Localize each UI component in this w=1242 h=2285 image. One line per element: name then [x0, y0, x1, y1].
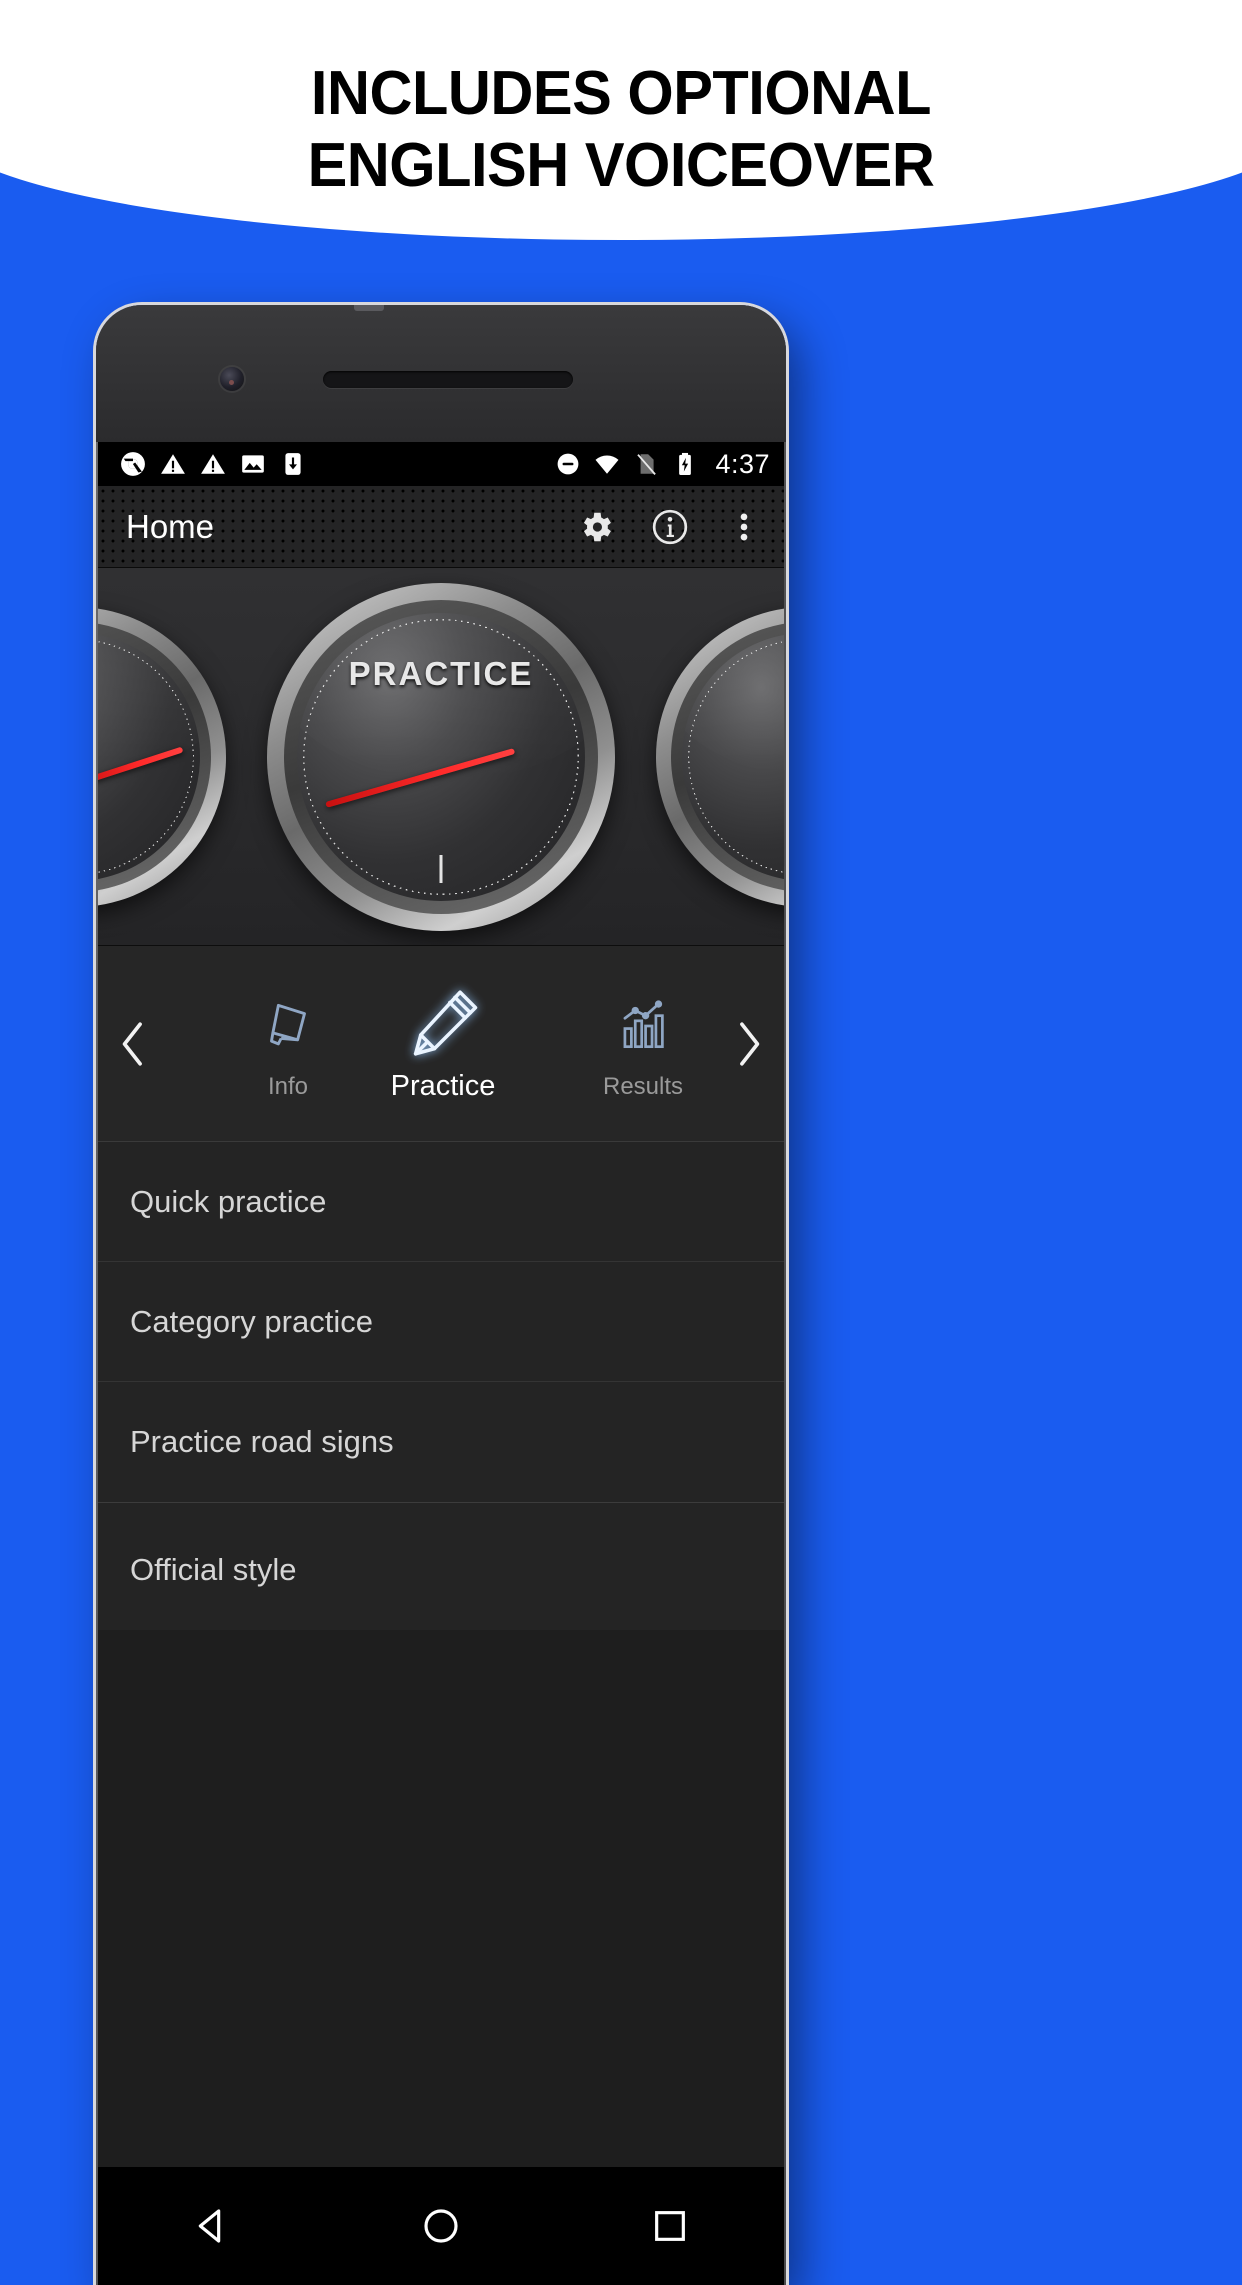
home-nav-button[interactable] [396, 2181, 486, 2271]
list-item[interactable]: Category practice [98, 1262, 784, 1382]
settings-button[interactable] [576, 507, 616, 547]
battery-charging-icon [679, 452, 692, 476]
app-bar: Home [98, 486, 784, 568]
gauge-center-tick [439, 855, 443, 884]
list-item[interactable]: Practice road signs [98, 1382, 784, 1502]
tab-info[interactable]: Info [213, 946, 363, 1141]
practice-options-list: Quick practice Category practice Practic… [98, 1142, 784, 1630]
home-nav-icon [424, 2209, 458, 2243]
gauge-current[interactable]: PRACTICE [267, 582, 615, 931]
list-item-label: Official style [130, 1552, 297, 1587]
front-camera [220, 367, 244, 391]
list-item-label: Practice road signs [130, 1424, 394, 1459]
list-item-label: Category practice [130, 1303, 373, 1339]
next-tab-button[interactable] [726, 1021, 772, 1067]
bar-chart-icon [612, 987, 674, 1065]
wifi-icon [595, 455, 619, 474]
page-title: Home [126, 507, 215, 545]
phone-top-bezel [96, 305, 786, 442]
tab-practice[interactable]: Practice [363, 946, 523, 1141]
recents-nav-button[interactable] [625, 2181, 715, 2271]
status-left-icons [120, 451, 306, 477]
section-tab-carousel: Info Practice Results [98, 946, 784, 1142]
status-clock: 4:37 [715, 448, 770, 479]
no-sim-icon [637, 454, 657, 476]
warning-icon [201, 454, 225, 474]
tab-practice-label: Practice [390, 1070, 496, 1102]
info-button[interactable] [650, 507, 690, 547]
overflow-menu-icon [740, 513, 748, 540]
gauge-label: PRACTICE [348, 654, 534, 692]
phone-antenna-notch [354, 305, 384, 311]
previous-tab-button[interactable] [110, 1021, 156, 1067]
chevron-left-icon [122, 1021, 142, 1066]
headline-line-2: ENGLISH VOICEOVER [307, 131, 935, 200]
gauge-next[interactable] [656, 606, 784, 907]
do-not-disturb-icon [558, 453, 579, 475]
list-item[interactable]: Quick practice [98, 1142, 784, 1262]
list-group-divider [98, 1502, 784, 1510]
device-download-icon [285, 453, 301, 475]
tab-results[interactable]: Results [568, 946, 718, 1141]
tab-results-label: Results [602, 1072, 684, 1100]
phone-mockup: 4:37 Home PRACTICE Info Practice Results… [96, 305, 786, 2285]
headline-line-1: INCLUDES OPTIONAL [310, 59, 932, 128]
android-navigation-bar [98, 2167, 784, 2285]
gauge-carousel[interactable]: PRACTICE [98, 568, 784, 946]
list-item[interactable]: Official style [98, 1510, 784, 1630]
tab-info-label: Info [267, 1072, 309, 1100]
earpiece-speaker [323, 371, 573, 388]
image-icon [242, 455, 264, 473]
promo-headline: INCLUDES OPTIONAL ENGLISH VOICEOVER [0, 0, 1242, 202]
phone-screen: 4:37 Home PRACTICE Info Practice Results… [98, 442, 784, 2285]
info-icon [652, 509, 688, 544]
document-card-icon [255, 987, 321, 1065]
back-nav-button[interactable] [167, 2181, 257, 2271]
app-bar-actions [576, 507, 764, 547]
chrome-icon [121, 452, 145, 476]
warning-icon [161, 454, 185, 474]
status-bar: 4:37 [98, 442, 784, 486]
status-right-icons: 4:37 [555, 449, 770, 480]
gear-icon [583, 512, 611, 541]
chevron-right-icon [740, 1021, 760, 1066]
gauge-previous[interactable] [98, 606, 226, 907]
overflow-menu-button[interactable] [724, 507, 764, 547]
pencil-icon [402, 984, 484, 1062]
list-item-label: Quick practice [130, 1183, 327, 1219]
recents-nav-icon [654, 2211, 685, 2241]
back-nav-icon [199, 2209, 221, 2243]
